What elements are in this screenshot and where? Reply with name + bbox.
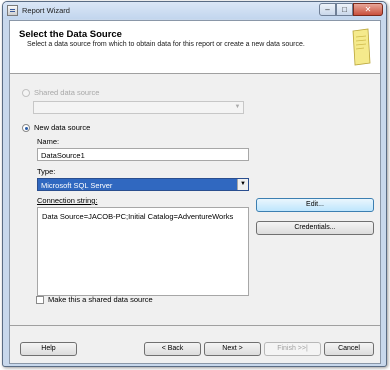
window-title: Report Wizard: [22, 6, 70, 15]
wizard-header: Select the Data Source Select a data sou…: [10, 21, 380, 74]
page-subtitle: Select a data source from which to obtai…: [27, 41, 305, 48]
credentials-button[interactable]: Credentials...: [256, 221, 374, 235]
help-button[interactable]: Help: [20, 342, 77, 356]
maximize-button[interactable]: □: [336, 3, 353, 16]
type-combo[interactable]: Microsoft SQL Server ▼: [37, 178, 249, 191]
name-label: Name:: [37, 137, 60, 146]
new-data-source-radio[interactable]: [22, 124, 30, 132]
minimize-button[interactable]: –: [319, 3, 336, 16]
next-button[interactable]: Next >: [204, 342, 261, 356]
connection-string-field[interactable]: Data Source=JACOB-PC;Initial Catalog=Adv…: [37, 207, 249, 296]
shared-data-source-radio[interactable]: [22, 89, 30, 97]
cancel-button[interactable]: Cancel: [324, 342, 374, 356]
chevron-down-icon: ▼: [234, 104, 241, 110]
close-button[interactable]: ✕: [353, 3, 383, 16]
type-label: Type:: [37, 167, 56, 176]
name-field[interactable]: DataSource1: [37, 148, 249, 161]
type-value: Microsoft SQL Server: [41, 181, 113, 190]
report-wizard-window: Report Wizard – □ ✕ Select the Data Sour…: [2, 1, 387, 367]
wizard-body: Select the Data Source Select a data sou…: [9, 20, 381, 364]
title-bar: Report Wizard – □ ✕: [3, 2, 386, 19]
connection-string-value: Data Source=JACOB-PC;Initial Catalog=Adv…: [42, 212, 234, 221]
connection-string-label: Connection string:: [37, 196, 98, 205]
new-data-source-label: New data source: [34, 123, 91, 132]
shared-data-source-combo[interactable]: ▼: [33, 101, 244, 114]
back-button[interactable]: < Back: [144, 342, 201, 356]
name-value: DataSource1: [41, 151, 85, 160]
finish-button[interactable]: Finish >>|: [264, 342, 321, 356]
make-shared-checkbox[interactable]: [36, 296, 44, 304]
report-wizard-icon: [7, 5, 18, 16]
chevron-down-icon: ▼: [237, 179, 248, 190]
make-shared-label: Make this a shared data source: [48, 295, 153, 304]
wizard-document-icon: [352, 28, 371, 66]
shared-data-source-label: Shared data source: [34, 88, 100, 97]
edit-button[interactable]: Edit...: [256, 198, 374, 212]
page-title: Select the Data Source: [19, 29, 122, 40]
wizard-footer: Help < Back Next > Finish >>| Cancel: [10, 325, 380, 363]
